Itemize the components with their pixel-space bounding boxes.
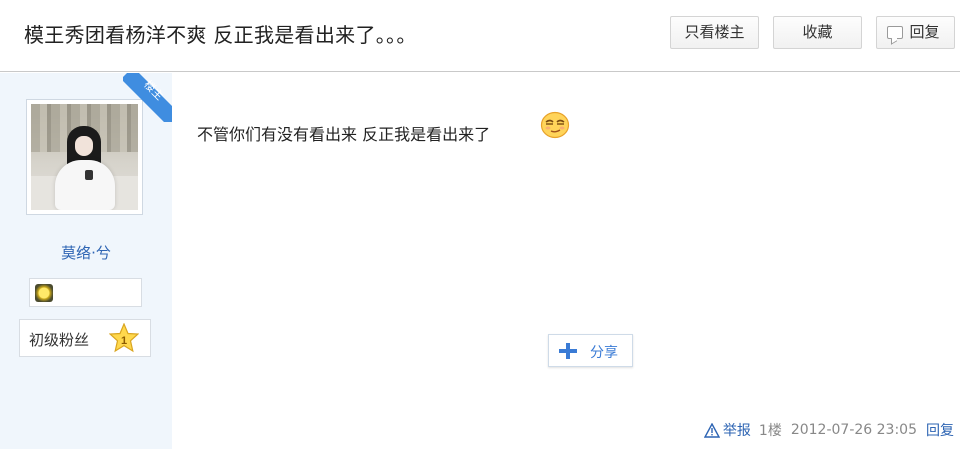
reply-button-label: 回复 bbox=[909, 23, 940, 41]
report-link[interactable]: 举报 bbox=[703, 420, 751, 440]
warning-icon bbox=[703, 422, 720, 438]
only-op-button[interactable]: 只看楼主 bbox=[670, 16, 759, 49]
member-level-box bbox=[29, 278, 142, 307]
floor-number: 1楼 bbox=[758, 423, 782, 439]
post-content: 不管你们有没有看出来 反正我是看出来了 bbox=[197, 125, 491, 144]
username-link[interactable]: 莫络·兮 bbox=[0, 242, 172, 263]
plus-icon bbox=[559, 343, 577, 359]
speech-bubble-icon bbox=[887, 26, 903, 39]
star-level-icon: 1 bbox=[109, 323, 139, 353]
thread-title: 模王秀团看杨洋不爽 反正我是看出来了。。。 bbox=[24, 23, 417, 47]
reply-button[interactable]: 回复 bbox=[876, 16, 955, 49]
avatar-image bbox=[31, 104, 138, 210]
report-label: 举报 bbox=[722, 423, 751, 439]
star-level-number: 1 bbox=[121, 335, 127, 347]
author-sidebar: 莫络·兮 初级粉丝 1 bbox=[0, 73, 172, 449]
fan-level-badge[interactable]: 初级粉丝 1 bbox=[19, 319, 151, 357]
favorite-button[interactable]: 收藏 bbox=[773, 16, 862, 49]
post-footer: 举报 1楼 2012-07-26 23:05 回复 bbox=[703, 420, 954, 440]
thread-header: 模王秀团看杨洋不爽 反正我是看出来了。。。 只看楼主 收藏 回复 bbox=[0, 0, 960, 72]
smug-face-emoji-icon bbox=[540, 111, 570, 139]
op-badge: 楼主 bbox=[123, 73, 172, 122]
reply-link[interactable]: 回复 bbox=[926, 420, 954, 440]
post-timestamp: 2012-07-26 23:05 bbox=[790, 422, 917, 438]
fan-level-label: 初级粉丝 bbox=[29, 331, 90, 349]
share-label: 分享 bbox=[590, 345, 618, 361]
member-level-icon[interactable] bbox=[35, 284, 53, 302]
share-button[interactable]: 分享 bbox=[548, 334, 633, 367]
